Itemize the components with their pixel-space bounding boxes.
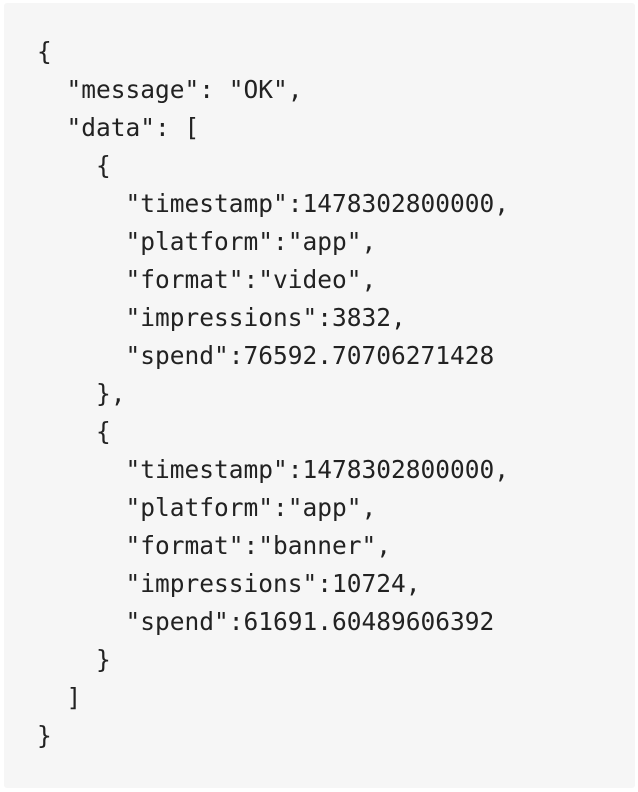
- code-line: "data": [: [37, 113, 200, 142]
- code-line: "impressions":3832,: [37, 303, 406, 332]
- code-line: "platform":"app",: [37, 493, 377, 522]
- code-line: "impressions":10724,: [37, 569, 421, 598]
- code-line: "timestamp":1478302800000,: [37, 455, 510, 484]
- code-line: }: [37, 721, 52, 750]
- code-line: "message": "OK",: [37, 75, 303, 104]
- code-line: {: [37, 151, 111, 180]
- code-line: },: [37, 379, 126, 408]
- code-line: ]: [37, 683, 82, 712]
- code-line: }: [37, 645, 111, 674]
- code-line: "spend":76592.70706271428: [37, 341, 495, 370]
- code-line: "platform":"app",: [37, 227, 377, 256]
- code-line: {: [37, 37, 52, 66]
- code-line: "spend":61691.60489606392: [37, 607, 495, 636]
- code-line: {: [37, 417, 111, 446]
- code-block: { "message": "OK", "data": [ { "timestam…: [4, 3, 635, 788]
- code-line: "timestamp":1478302800000,: [37, 189, 510, 218]
- code-line: "format":"video",: [37, 265, 377, 294]
- code-line: "format":"banner",: [37, 531, 392, 560]
